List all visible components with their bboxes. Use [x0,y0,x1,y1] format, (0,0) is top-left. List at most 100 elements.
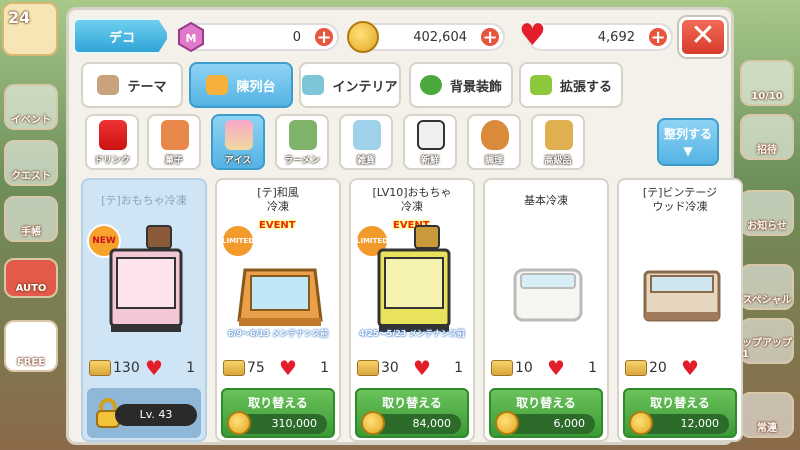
tab-theme[interactable]: テーマ [81,62,183,108]
popup-label: ップアップ1 [742,338,792,360]
quest-button[interactable]: クエスト [4,140,58,186]
category-snack-label: 菓子 [164,156,183,166]
swap-button[interactable]: 取り替える 12,000 [623,388,737,438]
category-goods[interactable]: 雑貨 [339,114,393,170]
category-ramen[interactable]: ラーメン [275,114,329,170]
close-button[interactable]: ✕ [679,17,727,57]
visitor-counter[interactable]: 10/10 [740,60,794,106]
category-drink[interactable]: ドリンク [85,114,139,170]
auto-label: AUTO [15,283,47,294]
item-card[interactable]: [テ]おもちゃ冷凍 NEW 130 ♥ 1 Lv. 43 [81,178,207,442]
special-button[interactable]: スペシャル [740,264,794,310]
item-price: 6,000 [553,417,586,430]
free-label: FREE [16,357,46,368]
category-bar: ドリンク 菓子 アイス ラーメン 雑貨 新鮮 調理 高級品 整列する ▼ [81,114,731,172]
item-price: 84,000 [412,417,452,430]
item-stats: 75 ♥ 1 [217,358,339,382]
close-icon: ✕ [690,18,716,53]
tab-interior[interactable]: インテリア [299,62,401,108]
coin-icon [361,411,385,435]
swap-button[interactable]: 取り替える 310,000 [221,388,335,438]
tab-display-shelf[interactable]: 陳列台 [189,62,293,108]
gem-icon: M [178,21,204,53]
item-score: 20 [649,360,667,376]
add-coin-button[interactable]: + [479,26,501,48]
maintenance-note: 6/9～6/13 メンテナンス前 [227,329,329,338]
category-luxury[interactable]: 高級品 [531,114,585,170]
item-stats: 10 ♥ 1 [485,358,607,382]
item-title: 基本冷凍 [524,194,568,207]
item-title: [LV10]おもちゃ 冷凍 [372,186,452,213]
add-gem-button[interactable]: + [313,26,335,48]
price-box: 12,000 [629,411,729,435]
deco-panel: デコ M 0 + 402,604 + ♥ 4,692 + ✕ テーマ 陳列台 イ… [66,7,743,445]
item-stats: 130 ♥ 1 [83,358,205,382]
category-ice-label: アイス [224,156,252,166]
category-fresh[interactable]: 新鮮 [403,114,457,170]
swap-button[interactable]: 取り替える 6,000 [489,388,603,438]
news-label: お知らせ [747,221,787,232]
category-ice[interactable]: アイス [211,114,265,170]
player-level-badge[interactable]: 24 [2,2,58,56]
points-box-icon [89,360,111,376]
category-goods-label: 雑貨 [356,156,375,166]
swap-label: 取り替える [650,396,710,410]
deco-tab-label: デコ [73,18,169,54]
notebook-label: 手帳 [21,227,41,238]
item-card-list: [テ]おもちゃ冷凍 NEW 130 ♥ 1 Lv. 43 [テ]和風 冷凍 LI… [81,178,743,442]
tree-icon [419,75,442,95]
item-card[interactable]: [テ]和風 冷凍 LIMITED EVENT 6/9～6/13 メンテナンス前 … [215,178,341,442]
special-label: スペシャル [742,295,792,306]
heart-icon: ♥ [279,356,297,380]
category-cooked[interactable]: 調理 [467,114,521,170]
coin-counter: 402,604 + [347,21,505,53]
item-hearts: 1 [186,360,195,376]
price-box: 6,000 [495,411,595,435]
tab-interior-label: インテリア [332,79,398,95]
notebook-button[interactable]: 手帳 [4,196,58,242]
swap-label: 取り替える [382,396,442,410]
locked-overlay: Lv. 43 [87,388,201,438]
heart-icon: ♥ [519,18,546,53]
tab-background-deco[interactable]: 背景装飾 [409,62,513,108]
price-box: 84,000 [361,411,461,435]
free-button[interactable]: FREE [4,320,58,372]
basic-freezer-image [513,268,583,322]
ice-cream-icon [225,120,253,150]
heart-icon: ♥ [145,356,163,380]
item-card[interactable]: 基本冷凍 10 ♥ 1 取り替える 6,000 [483,178,609,442]
category-snack[interactable]: 菓子 [147,114,201,170]
swap-button[interactable]: 取り替える 84,000 [355,388,469,438]
item-stats: 20 ♥ [619,358,741,382]
visitor-count: 10/10 [751,91,783,102]
category-ramen-label: ラーメン [284,156,320,166]
points-box-icon [223,360,245,376]
item-card[interactable]: [LV10]おもちゃ 冷凍 LIMITED EVENT 4/25～5/23 メン… [349,178,475,442]
tab-expand[interactable]: 拡張する [519,62,623,108]
category-drink-label: ドリンク [93,156,130,166]
onigiri-icon [417,120,445,150]
sort-button[interactable]: 整列する ▼ [657,118,719,166]
required-level: Lv. 43 [115,404,197,426]
invite-button[interactable]: 招待 [740,114,794,160]
item-score: 30 [381,360,399,376]
heart-count: 4,692 [597,29,635,45]
shelf-icon [206,75,229,95]
regulars-button[interactable]: 常連 [740,392,794,438]
item-hearts: 1 [320,360,329,376]
coin-icon [347,21,379,53]
svg-text:M: M [186,32,197,45]
popup-button[interactable]: ップアップ1 [740,318,794,364]
add-heart-button[interactable]: + [647,26,669,48]
news-button[interactable]: お知らせ [740,190,794,236]
event-button[interactable]: イベント [4,84,58,130]
left-side-menu: 24 イベント クエスト 手帳 AUTO FREE [0,0,64,450]
auto-button[interactable]: AUTO [4,258,58,298]
item-price: 12,000 [680,417,720,430]
coin-count: 402,604 [413,29,467,45]
toy-freezer-image [109,225,183,332]
item-card[interactable]: [テ]ビンテージ ウッド冷凍 20 ♥ 取り替える 12,000 [617,178,743,442]
regulars-label: 常連 [757,423,777,434]
item-score: 75 [247,360,265,376]
resource-bar: デコ M 0 + 402,604 + ♥ 4,692 + ✕ [69,10,731,62]
